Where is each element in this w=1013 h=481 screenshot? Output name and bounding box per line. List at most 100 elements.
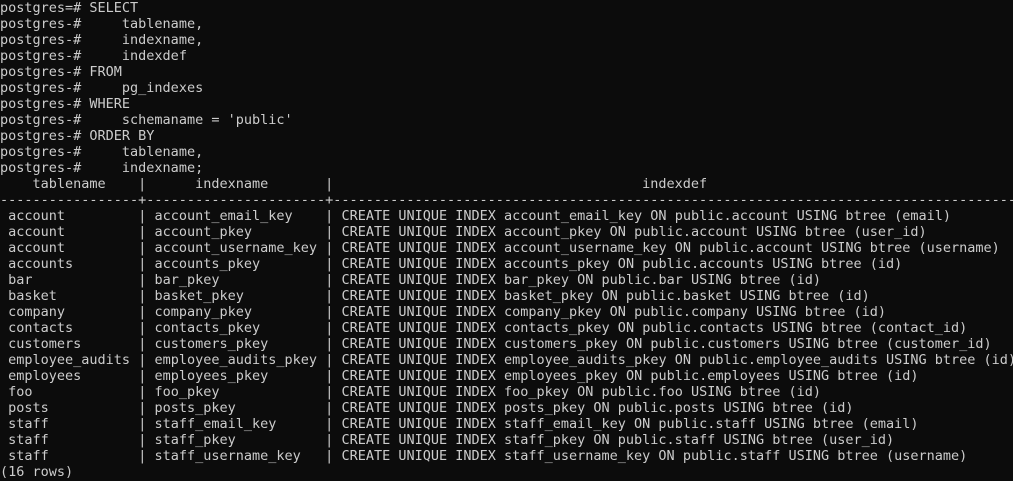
- psql-prompt: postgres-#: [0, 64, 82, 80]
- cell-padding: [894, 432, 1013, 448]
- query-line: postgres-# tablename,: [0, 144, 1013, 160]
- cell-padding: [301, 448, 325, 464]
- query-line: postgres-# pg_indexes: [0, 80, 1013, 96]
- cell-padding: [317, 240, 325, 256]
- sql-text: ORDER BY: [81, 128, 155, 144]
- table-cell-indexname: accounts_pkey: [154, 256, 261, 272]
- table-cell-indexname: posts_pkey: [154, 400, 236, 416]
- psql-prompt: postgres-#: [0, 160, 82, 176]
- table-cell-indexdef: CREATE UNIQUE INDEX staff_username_key O…: [341, 448, 968, 464]
- cell-padding: [220, 272, 326, 288]
- cell-padding: [0, 224, 8, 240]
- sql-text: schemaname = 'public': [81, 112, 293, 128]
- table-cell-indexname: company_pkey: [154, 304, 253, 320]
- table-cell-tablename: account: [8, 240, 66, 256]
- cell-padding: [268, 336, 325, 352]
- table-cell-indexdef: CREATE UNIQUE INDEX account_pkey ON publ…: [341, 224, 927, 240]
- query-line: postgres-# FROM: [0, 64, 1013, 80]
- table-cell-tablename: posts: [8, 400, 49, 416]
- table-row: account | account_pkey | CREATE UNIQUE I…: [0, 224, 1013, 240]
- table-cell-indexdef: CREATE UNIQUE INDEX foo_pkey ON public.f…: [341, 384, 822, 400]
- query-line: postgres-# schemaname = 'public': [0, 112, 1013, 128]
- sql-query-block: postgres=# SELECT postgres-# tablename, po…: [0, 0, 1013, 176]
- table-row: contacts | contacts_pkey | CREATE UNIQUE…: [0, 320, 1013, 336]
- cell-padding: [236, 432, 325, 448]
- cell-padding: [73, 320, 138, 336]
- table-cell-tablename: bar: [8, 272, 33, 288]
- table-cell-indexdef: CREATE UNIQUE INDEX employees_pkey ON pu…: [341, 368, 919, 384]
- psql-prompt: postgres-#: [0, 80, 82, 96]
- cell-padding: [0, 288, 8, 304]
- result-table: tablename | indexname | indexdef -------…: [0, 176, 1013, 464]
- sql-text: FROM: [81, 64, 122, 80]
- table-cell-indexdef: CREATE UNIQUE INDEX customers_pkey ON pu…: [341, 336, 992, 352]
- table-cell-indexname: employee_audits_pkey: [154, 352, 318, 368]
- cell-padding: [0, 448, 8, 464]
- cell-padding: [49, 432, 138, 448]
- cell-padding: [0, 208, 8, 224]
- terminal-window[interactable]: postgres=# SELECT postgres-# tablename, po…: [0, 0, 1013, 481]
- table-row: posts | posts_pkey | CREATE UNIQUE INDEX…: [0, 400, 1013, 416]
- table-cell-indexname: account_pkey: [154, 224, 253, 240]
- table-cell-indexdef: CREATE UNIQUE INDEX staff_pkey ON public…: [341, 432, 895, 448]
- table-cell-indexdef: CREATE UNIQUE INDEX accounts_pkey ON pub…: [341, 256, 903, 272]
- table-cell-tablename: basket: [8, 288, 57, 304]
- table-row: account | account_email_key | CREATE UNI…: [0, 208, 1013, 224]
- table-row: staff | staff_username_key | CREATE UNIQ…: [0, 448, 1013, 464]
- query-line: postgres=# SELECT: [0, 0, 1013, 16]
- psql-prompt: postgres-#: [0, 144, 82, 160]
- sql-text: indexdef: [81, 48, 187, 64]
- cell-padding: [244, 288, 325, 304]
- cell-padding: [260, 256, 325, 272]
- cell-padding: [992, 336, 1013, 352]
- table-row: basket | basket_pkey | CREATE UNIQUE IND…: [0, 288, 1013, 304]
- cell-padding: [1000, 240, 1013, 256]
- cell-padding: [220, 384, 326, 400]
- table-row: account | account_username_key | CREATE …: [0, 240, 1013, 256]
- cell-padding: [33, 272, 139, 288]
- cell-padding: [967, 320, 1013, 336]
- cell-padding: [293, 208, 326, 224]
- cell-padding: [886, 304, 1013, 320]
- query-line: postgres-# indexname;: [0, 160, 1013, 176]
- cell-padding: [276, 416, 325, 432]
- cell-padding: [821, 272, 1013, 288]
- cell-padding: [236, 400, 325, 416]
- cell-padding: [951, 208, 1013, 224]
- table-row: employee_audits | employee_audits_pkey |…: [0, 352, 1013, 368]
- column-header-indexdef: indexdef: [333, 176, 1013, 192]
- query-line: postgres-# WHERE: [0, 96, 1013, 112]
- table-cell-indexname: staff_email_key: [154, 416, 277, 432]
- psql-prompt: postgres-#: [0, 128, 82, 144]
- cell-padding: [0, 384, 8, 400]
- cell-padding: [0, 336, 8, 352]
- table-cell-indexdef: CREATE UNIQUE INDEX account_email_key ON…: [341, 208, 952, 224]
- psql-prompt: postgres-#: [0, 48, 82, 64]
- cell-padding: [870, 288, 1013, 304]
- table-cell-indexdef: CREATE UNIQUE INDEX basket_pkey ON publi…: [341, 288, 870, 304]
- table-cell-indexdef: CREATE UNIQUE INDEX staff_email_key ON p…: [341, 416, 919, 432]
- query-line: postgres-# ORDER BY: [0, 128, 1013, 144]
- table-row: employees | employees_pkey | CREATE UNIQ…: [0, 368, 1013, 384]
- table-cell-indexdef: CREATE UNIQUE INDEX employee_audits_pkey…: [341, 352, 1013, 368]
- cell-padding: [0, 400, 8, 416]
- cell-padding: [49, 416, 138, 432]
- cell-padding: [57, 288, 138, 304]
- cell-padding: [0, 432, 8, 448]
- table-row: staff | staff_pkey | CREATE UNIQUE INDEX…: [0, 432, 1013, 448]
- sql-text: WHERE: [81, 96, 131, 112]
- cell-padding: [73, 256, 138, 272]
- table-cell-tablename: customers: [8, 336, 82, 352]
- row-count-footer: (16 rows): [0, 464, 74, 480]
- cell-padding: [0, 368, 8, 384]
- table-cell-indexname: staff_username_key: [154, 448, 301, 464]
- table-cell-indexname: customers_pkey: [154, 336, 269, 352]
- query-line: postgres-# tablename,: [0, 16, 1013, 32]
- cell-padding: [130, 352, 138, 368]
- table-cell-indexname: bar_pkey: [154, 272, 220, 288]
- cell-padding: [0, 240, 8, 256]
- table-cell-indexname: account_username_key: [154, 240, 318, 256]
- table-cell-indexdef: CREATE UNIQUE INDEX account_username_key…: [341, 240, 1000, 256]
- cell-padding: [902, 256, 1013, 272]
- column-header-indexname: indexname: [146, 176, 326, 192]
